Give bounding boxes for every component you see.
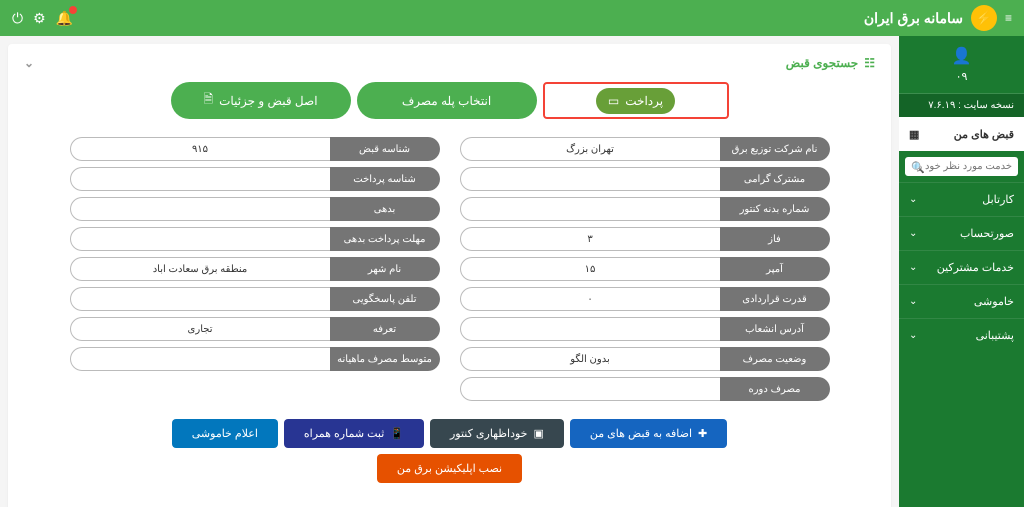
- field-row: آدرس انشعاب: [460, 317, 830, 341]
- field-value: تجاری: [70, 317, 330, 341]
- chevron-down-icon: ⌄: [909, 262, 917, 273]
- field-row: قدرت قراردادی۰: [460, 287, 830, 311]
- field-row: مهلت پرداخت بدهی: [70, 227, 440, 251]
- search-icon[interactable]: 🔍: [911, 161, 925, 174]
- fields-col-right: نام شرکت توزیع برقتهران بزرگمشترک گرامیش…: [460, 137, 830, 401]
- card-title: جستجوی قبض: [786, 56, 858, 70]
- collapse-icon[interactable]: ⌄: [24, 56, 34, 70]
- add-to-bills-button[interactable]: ✚اضافه به قبض های من: [570, 419, 727, 448]
- user-code: ۰۹: [909, 70, 1014, 83]
- field-row: وضعیت مصرفبدون الگو: [460, 347, 830, 371]
- gear-icon[interactable]: ⚙: [33, 10, 46, 27]
- field-value: [70, 227, 330, 251]
- tab-step[interactable]: انتخاب پله مصرف: [357, 82, 537, 119]
- field-label: فاز: [720, 227, 830, 251]
- field-value: [460, 377, 720, 401]
- field-value: [460, 197, 720, 221]
- field-value: [460, 167, 720, 191]
- chevron-down-icon: ⌄: [909, 296, 917, 307]
- sidebar-item-services[interactable]: خدمات مشترکین⌄: [899, 250, 1024, 284]
- field-row: شناسه قبض۹۱۵: [70, 137, 440, 161]
- plus-icon: ✚: [698, 427, 707, 440]
- field-value: [70, 347, 330, 371]
- sidebar-item-outage[interactable]: خاموشی⌄: [899, 284, 1024, 318]
- chevron-down-icon: ⌄: [909, 330, 917, 341]
- field-value: ۳: [460, 227, 720, 251]
- field-label: نام شهر: [330, 257, 440, 281]
- field-label: شناسه قبض: [330, 137, 440, 161]
- field-row: تعرفهتجاری: [70, 317, 440, 341]
- field-value: ۹۱۵: [70, 137, 330, 161]
- phone-icon: 📱: [390, 427, 404, 440]
- field-row: نام شرکت توزیع برقتهران بزرگ: [460, 137, 830, 161]
- field-label: آمپر: [720, 257, 830, 281]
- field-label: تلفن پاسخگویی: [330, 287, 440, 311]
- chevron-down-icon: ⌄: [909, 194, 917, 205]
- field-row: متوسط مصرف ماهیانه: [70, 347, 440, 371]
- filter-icon: ☷: [864, 56, 875, 70]
- field-label: متوسط مصرف ماهیانه: [330, 347, 440, 371]
- install-app-button[interactable]: نصب اپلیکیشن برق من: [377, 454, 522, 483]
- field-label: وضعیت مصرف: [720, 347, 830, 371]
- field-row: شماره بدنه کنتور: [460, 197, 830, 221]
- field-value: ۰: [460, 287, 720, 311]
- fields-col-left: شناسه قبض۹۱۵شناسه پرداختبدهیمهلت پرداخت …: [70, 137, 440, 401]
- bell-icon[interactable]: 🔔: [56, 10, 73, 27]
- field-label: نام شرکت توزیع برق: [720, 137, 830, 161]
- receipt-icon: 🗎: [203, 90, 213, 111]
- field-label: بدهی: [330, 197, 440, 221]
- sidebar: 👤 ۰۹ نسخه سایت : ۷.۶.۱۹ قبض های من ▦ 🔍 ک…: [899, 36, 1024, 507]
- sidebar-item-invoice[interactable]: صورتحساب⌄: [899, 216, 1024, 250]
- card-icon: ▭: [608, 94, 619, 108]
- menu-toggle-icon[interactable]: ≡: [1005, 11, 1012, 25]
- chevron-down-icon: ⌄: [909, 228, 917, 239]
- field-value: ۱۵: [460, 257, 720, 281]
- field-row: نام شهرمنطقه برق سعادت اباد: [70, 257, 440, 281]
- field-value: بدون الگو: [460, 347, 720, 371]
- logout-icon[interactable]: ⏻: [12, 10, 23, 27]
- field-value: [70, 167, 330, 191]
- field-label: آدرس انشعاب: [720, 317, 830, 341]
- grid-icon: ▦: [909, 128, 919, 141]
- logo: ⚡: [971, 5, 997, 31]
- tab-payment[interactable]: پرداخت ▭: [543, 82, 729, 119]
- meter-icon: ▣: [533, 427, 543, 440]
- meter-reading-button[interactable]: ▣خوداظهاری کنتور: [430, 419, 564, 448]
- field-row: بدهی: [70, 197, 440, 221]
- field-label: شماره بدنه کنتور: [720, 197, 830, 221]
- user-icon: 👤: [909, 46, 1014, 66]
- tab-detail[interactable]: اصل قبض و جزئیات 🗎: [171, 82, 351, 119]
- report-outage-button[interactable]: اعلام خاموشی: [172, 419, 278, 448]
- field-row: فاز۳: [460, 227, 830, 251]
- version-label: نسخه سایت : ۷.۶.۱۹: [899, 94, 1024, 117]
- sidebar-item-cartable[interactable]: کارتابل⌄: [899, 182, 1024, 216]
- field-row: آمپر۱۵: [460, 257, 830, 281]
- field-label: قدرت قراردادی: [720, 287, 830, 311]
- field-row: مصرف دوره: [460, 377, 830, 401]
- field-value: [70, 287, 330, 311]
- field-label: مشترک گرامی: [720, 167, 830, 191]
- sidebar-item-support[interactable]: پشتیبانی⌄: [899, 318, 1024, 352]
- register-mobile-button[interactable]: 📱ثبت شماره همراه: [284, 419, 424, 448]
- field-label: مصرف دوره: [720, 377, 830, 401]
- field-value: [460, 317, 720, 341]
- sidebar-head-bills[interactable]: قبض های من ▦: [899, 117, 1024, 151]
- field-value: منطقه برق سعادت اباد: [70, 257, 330, 281]
- field-label: تعرفه: [330, 317, 440, 341]
- field-row: مشترک گرامی: [460, 167, 830, 191]
- field-label: مهلت پرداخت بدهی: [330, 227, 440, 251]
- field-value: [70, 197, 330, 221]
- sidebar-user: 👤 ۰۹: [899, 36, 1024, 94]
- field-value: تهران بزرگ: [460, 137, 720, 161]
- field-row: شناسه پرداخت: [70, 167, 440, 191]
- field-row: تلفن پاسخگویی: [70, 287, 440, 311]
- brand-title: سامانه برق ایران: [864, 10, 963, 27]
- field-label: شناسه پرداخت: [330, 167, 440, 191]
